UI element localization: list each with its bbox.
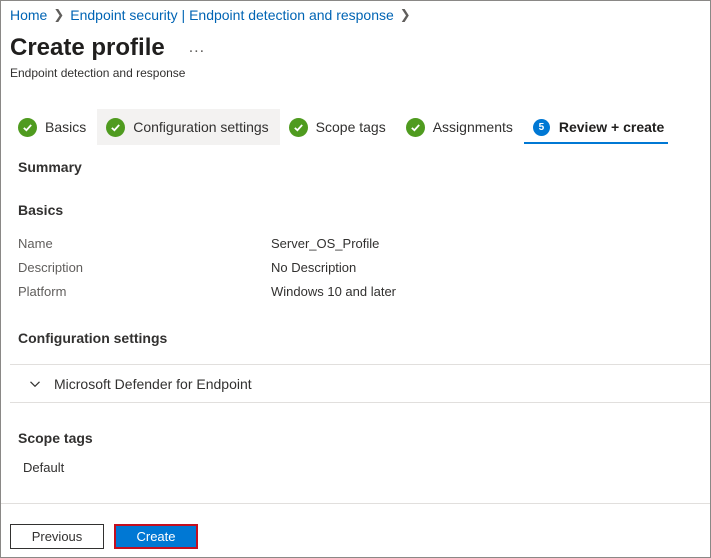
step-configuration-settings[interactable]: Configuration settings — [97, 109, 280, 145]
platform-label: Platform — [18, 284, 67, 299]
checkmark-icon — [288, 117, 308, 137]
accordion-label: Microsoft Defender for Endpoint — [54, 375, 252, 392]
configuration-settings-heading: Configuration settings — [18, 330, 168, 346]
summary-heading: Summary — [18, 159, 82, 175]
create-button[interactable]: Create — [114, 524, 198, 549]
page-subtitle: Endpoint detection and response — [10, 66, 186, 80]
name-label: Name — [18, 236, 53, 251]
name-value: Server_OS_Profile — [271, 236, 380, 251]
step-number-badge: 5 — [532, 118, 550, 136]
more-options-icon[interactable]: ... — [189, 39, 205, 57]
step-label: Assignments — [432, 119, 513, 135]
breadcrumb: Home ❯ Endpoint security | Endpoint dete… — [10, 7, 417, 23]
wizard-steps: Basics Configuration settings Scope tags… — [9, 109, 675, 145]
scope-tags-heading: Scope tags — [18, 430, 93, 446]
breadcrumb-endpoint-link[interactable]: Endpoint security | Endpoint detection a… — [70, 7, 394, 23]
step-label: Scope tags — [315, 119, 386, 135]
step-assignments[interactable]: Assignments — [397, 109, 524, 145]
footer-divider — [1, 503, 710, 504]
step-label: Basics — [45, 119, 87, 135]
step-scope-tags[interactable]: Scope tags — [280, 109, 397, 145]
breadcrumb-home-link[interactable]: Home — [10, 7, 47, 23]
checkmark-icon — [18, 117, 37, 137]
chevron-right-icon: ❯ — [53, 7, 65, 22]
page-title: Create profile — [10, 34, 165, 61]
checkmark-icon — [106, 117, 126, 137]
platform-value: Windows 10 and later — [271, 284, 397, 299]
description-value: No Description — [271, 260, 357, 275]
scope-tag-value: Default — [23, 460, 65, 475]
description-label: Description — [18, 260, 84, 275]
step-basics[interactable]: Basics — [9, 109, 97, 145]
chevron-right-icon: ❯ — [399, 7, 411, 22]
step-label: Review + create — [558, 119, 665, 135]
chevron-down-icon — [29, 378, 41, 390]
defender-accordion[interactable]: Microsoft Defender for Endpoint — [10, 364, 710, 403]
step-label: Configuration settings — [133, 119, 269, 135]
title-row: Create profile ... — [10, 34, 205, 62]
checkmark-icon — [405, 117, 425, 137]
previous-button[interactable]: Previous — [10, 524, 104, 549]
create-profile-window: Home ❯ Endpoint security | Endpoint dete… — [0, 0, 711, 558]
basics-heading: Basics — [18, 202, 64, 218]
step-review-create[interactable]: 5 Review + create — [523, 109, 675, 145]
